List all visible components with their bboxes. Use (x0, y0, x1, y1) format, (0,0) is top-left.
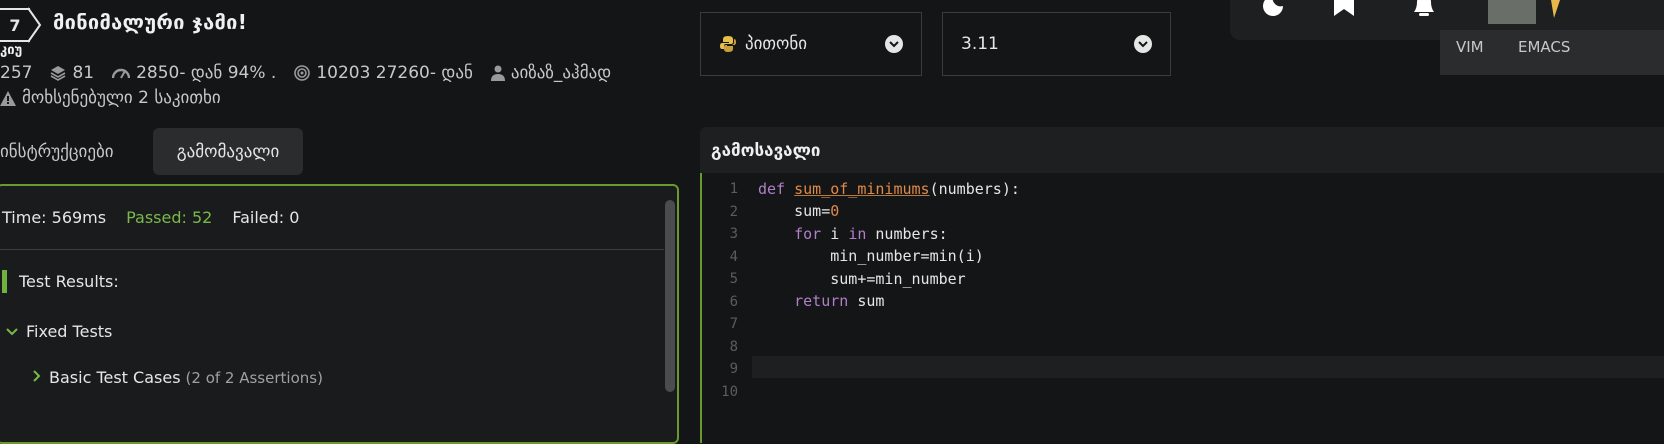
results-scrollbar[interactable] (665, 200, 675, 392)
target-icon (294, 65, 311, 81)
line-number: 6 (729, 294, 738, 310)
rank-label: კიუ (0, 43, 23, 58)
chevron-down-icon (885, 35, 903, 53)
satisfaction-icon (112, 68, 131, 79)
chevron-down-icon (6, 324, 18, 340)
code-line[interactable]: return sum (758, 292, 884, 310)
code-line[interactable]: sum+=min_number (758, 270, 965, 288)
line-number: 1 (729, 181, 738, 197)
emacs-mode[interactable]: EMACS (1518, 38, 1570, 56)
line-number: 10 (721, 384, 738, 400)
failed-label: Failed: 0 (232, 208, 300, 227)
language-select[interactable]: პითონი (700, 12, 922, 76)
rank-badge: 7 (0, 8, 30, 42)
basic-test-cases-toggle[interactable]: Basic Test Cases (2 of 2 Assertions) (33, 368, 323, 387)
line-number: 5 (729, 271, 738, 287)
chevron-right-icon (33, 369, 41, 386)
line-number-gutter: 1 2 3 4 5 6 7 8 9 10 (702, 179, 750, 409)
kata-stats: 257 81 2850- დან 94% . 10203 27260- დან … (0, 62, 629, 84)
issues-link[interactable]: მოხსენებული 2 საკითხი (0, 88, 221, 108)
chevron-down-icon (1134, 35, 1152, 53)
tab-output[interactable]: გამომავალი (153, 128, 303, 175)
time-label: Time: 569ms (2, 208, 107, 227)
result-status-bar (2, 270, 7, 293)
rank-badge-arrow (27, 6, 42, 48)
python-icon (719, 35, 737, 53)
satisfaction-stat: 2850- დან 94% . (112, 63, 276, 83)
completed-stat: 257 (0, 63, 33, 83)
dark-mode-icon[interactable] (1255, 0, 1285, 20)
rank-flame-icon (1550, 0, 1570, 22)
test-results-title: Test Results: (19, 272, 119, 291)
version-select[interactable]: 3.11 (942, 12, 1171, 76)
editor-header (700, 127, 1664, 173)
divider (0, 249, 664, 250)
code-line[interactable]: def sum_of_minimums(numbers): (758, 180, 1020, 198)
code-line[interactable]: min_number=min(i) (758, 247, 984, 265)
line-number: 3 (729, 226, 738, 242)
line-number: 9 (729, 361, 738, 377)
line-number: 7 (729, 316, 738, 332)
code-line[interactable]: for i in numbers: (758, 225, 948, 243)
user-icon (490, 65, 505, 81)
line-number: 4 (729, 249, 738, 265)
author-stat[interactable]: აიზაზ_აჰმად (490, 63, 611, 83)
vim-mode[interactable]: VIM (1456, 38, 1484, 56)
active-line-highlight (752, 356, 1664, 378)
bell-icon[interactable] (1410, 0, 1438, 22)
fixed-tests-toggle[interactable]: Fixed Tests (6, 322, 112, 341)
collections-stat[interactable]: 81 (50, 63, 94, 83)
editor-title: გამოსავალი (711, 141, 821, 161)
kata-title: მინიმალური ჯამი! (53, 10, 248, 34)
line-number: 2 (729, 204, 738, 220)
warning-icon (0, 90, 16, 106)
layers-icon (51, 66, 66, 81)
stars-stat: 10203 27260- დან (294, 63, 473, 83)
code-line[interactable]: sum=0 (758, 202, 839, 220)
bookmark-icon[interactable] (1332, 0, 1356, 22)
results-summary: Time: 569ms Passed: 52 Failed: 0 (2, 208, 299, 227)
avatar[interactable] (1488, 0, 1536, 24)
line-number: 8 (729, 339, 738, 355)
passed-label: Passed: 52 (126, 208, 213, 227)
tab-instructions[interactable]: ინსტრუქციები (0, 142, 114, 162)
